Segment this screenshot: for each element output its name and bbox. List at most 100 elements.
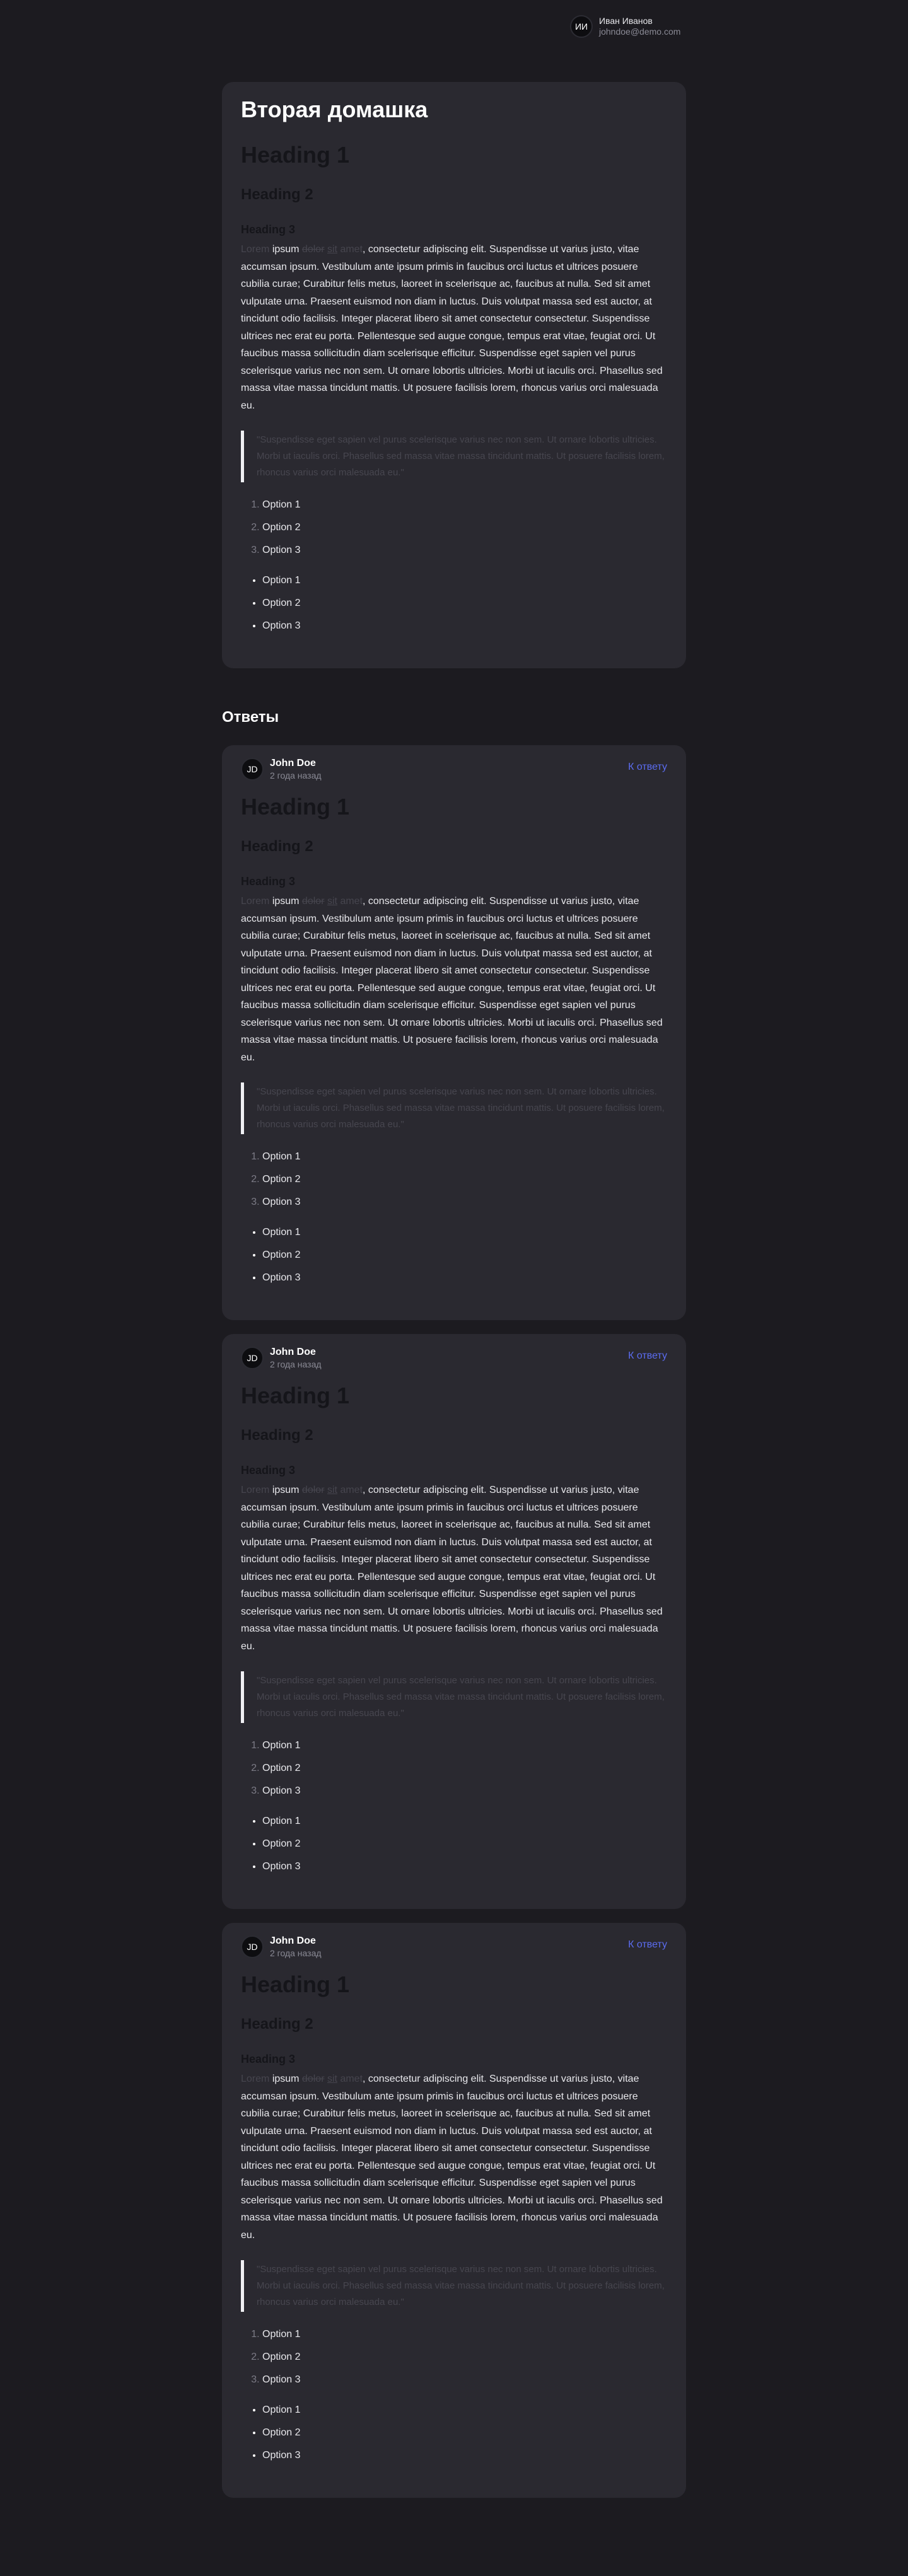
user-email: johndoe@demo.com — [599, 26, 681, 37]
text-dolor: dolor — [301, 244, 325, 255]
heading-1: Heading 1 — [241, 142, 350, 168]
list-item: Option 2 — [262, 2422, 667, 2444]
answer-author: John Doe — [270, 1347, 316, 1357]
markdown-content: Heading 1 Heading 2 Heading 3 Lorem ipsu… — [241, 1382, 667, 1878]
list-item: Option 2 — [262, 1833, 667, 1855]
list-item: Option 1 — [262, 2323, 667, 2346]
list-item: Option 3 — [262, 1855, 667, 1878]
text-sit: sit — [327, 1485, 337, 1495]
reply-link[interactable]: К ответу — [628, 762, 667, 773]
ordered-list: Option 1 Option 2 Option 3 — [241, 1734, 667, 1802]
avatar: JD — [241, 1347, 264, 1369]
list-item: Option 3 — [262, 1267, 667, 1289]
text-body: , consectetur adipiscing elit. Suspendis… — [241, 896, 663, 1063]
answer-header: JD John Doe 2 года назад К ответу — [241, 745, 667, 793]
paragraph: Lorem ipsum dolor sit amet, consectetur … — [241, 2070, 667, 2244]
user-name: Иван Иванов — [599, 16, 653, 26]
list-item: Option 3 — [262, 615, 667, 637]
answer-author: John Doe — [270, 1935, 316, 1946]
homework-title: Вторая домашка — [241, 96, 428, 122]
answer-author: John Doe — [270, 758, 316, 769]
markdown-content: Heading 1 Heading 2 Heading 3 Lorem ipsu… — [241, 141, 667, 637]
list-item: Option 1 — [262, 1810, 667, 1833]
reply-link[interactable]: К ответу — [628, 1350, 667, 1362]
list-item: Option 2 — [262, 1168, 667, 1191]
avatar: JD — [241, 1935, 264, 1958]
reply-link[interactable]: К ответу — [628, 1939, 667, 1951]
heading-1: Heading 1 — [241, 1971, 350, 1997]
answer-card: JD John Doe 2 года назад К ответу Headin… — [222, 1334, 686, 1909]
unordered-list: Option 1 Option 2 Option 3 — [241, 1810, 667, 1878]
text-sit: sit — [327, 244, 337, 255]
list-item: Option 3 — [262, 1191, 667, 1214]
text-lorem: Lorem — [241, 2074, 270, 2084]
list-item: Option 2 — [262, 516, 667, 539]
answer-time: 2 года назад — [270, 770, 322, 780]
text-body: , consectetur adipiscing elit. Suspendis… — [241, 1485, 663, 1652]
blockquote: "Suspendisse eget sapien vel purus scele… — [241, 1082, 667, 1134]
answer-time: 2 года назад — [270, 1359, 322, 1369]
answer-header: JD John Doe 2 года назад К ответу — [241, 1334, 667, 1382]
ordered-list: Option 1 Option 2 Option 3 — [241, 1146, 667, 1214]
answer-card: JD John Doe 2 года назад К ответу Headin… — [222, 745, 686, 1320]
list-item: Option 1 — [262, 494, 667, 516]
text-dolor: dolor — [301, 1485, 325, 1495]
markdown-content: Heading 1 Heading 2 Heading 3 Lorem ipsu… — [241, 793, 667, 1289]
heading-2: Heading 2 — [241, 838, 313, 855]
text-ipsum: ipsum — [272, 244, 300, 255]
heading-1: Heading 1 — [241, 794, 350, 820]
heading-3: Heading 3 — [241, 1464, 296, 1477]
blockquote: "Suspendisse eget sapien vel purus scele… — [241, 431, 667, 482]
user-profile[interactable]: ИИ Иван Иванов johndoe@demo.com — [570, 15, 680, 38]
paragraph: Lorem ipsum dolor sit amet, consectetur … — [241, 241, 667, 414]
list-item: Option 1 — [262, 1221, 667, 1244]
heading-1: Heading 1 — [241, 1383, 350, 1408]
text-body: , consectetur adipiscing elit. Suspendis… — [241, 2074, 663, 2241]
text-sit: sit — [327, 2074, 337, 2084]
list-item: Option 3 — [262, 539, 667, 562]
text-amet: amet — [340, 2074, 363, 2084]
answer-card: JD John Doe 2 года назад К ответу Headin… — [222, 1923, 686, 2498]
text-lorem: Lorem — [241, 896, 270, 907]
heading-2: Heading 2 — [241, 186, 313, 203]
ordered-list: Option 1 Option 2 Option 3 — [241, 2323, 667, 2391]
unordered-list: Option 1 Option 2 Option 3 — [241, 569, 667, 637]
answer-time: 2 года назад — [270, 1948, 322, 1958]
unordered-list: Option 1 Option 2 Option 3 — [241, 2399, 667, 2467]
text-body: , consectetur adipiscing elit. Suspendis… — [241, 244, 663, 411]
text-dolor: dolor — [301, 896, 325, 907]
homework-card: Вторая домашка Heading 1 Heading 2 Headi… — [222, 82, 686, 668]
ordered-list: Option 1 Option 2 Option 3 — [241, 494, 667, 562]
paragraph: Lorem ipsum dolor sit amet, consectetur … — [241, 893, 667, 1066]
list-item: Option 3 — [262, 2444, 667, 2467]
heading-2: Heading 2 — [241, 2016, 313, 2033]
answers-title: Ответы — [222, 709, 279, 726]
answer-header: JD John Doe 2 года назад К ответу — [241, 1923, 667, 1971]
text-amet: amet — [340, 1485, 363, 1495]
text-ipsum: ipsum — [272, 896, 300, 907]
list-item: Option 3 — [262, 2369, 667, 2391]
unordered-list: Option 1 Option 2 Option 3 — [241, 1221, 667, 1289]
list-item: Option 2 — [262, 2346, 667, 2369]
heading-3: Heading 3 — [241, 875, 296, 888]
avatar: JD — [241, 758, 264, 780]
list-item: Option 2 — [262, 1757, 667, 1780]
text-sit: sit — [327, 896, 337, 907]
markdown-content: Heading 1 Heading 2 Heading 3 Lorem ipsu… — [241, 1971, 667, 2467]
text-lorem: Lorem — [241, 244, 270, 255]
list-item: Option 3 — [262, 1780, 667, 1802]
avatar: ИИ — [570, 15, 593, 38]
blockquote: "Suspendisse eget sapien vel purus scele… — [241, 1671, 667, 1723]
list-item: Option 1 — [262, 2399, 667, 2422]
heading-2: Heading 2 — [241, 1427, 313, 1444]
text-ipsum: ipsum — [272, 1485, 300, 1495]
text-dolor: dolor — [301, 2074, 325, 2084]
list-item: Option 2 — [262, 592, 667, 615]
text-lorem: Lorem — [241, 1485, 270, 1495]
paragraph: Lorem ipsum dolor sit amet, consectetur … — [241, 1482, 667, 1655]
text-ipsum: ipsum — [272, 2074, 300, 2084]
list-item: Option 2 — [262, 1244, 667, 1267]
heading-3: Heading 3 — [241, 2053, 296, 2065]
list-item: Option 1 — [262, 1146, 667, 1168]
list-item: Option 1 — [262, 1734, 667, 1757]
